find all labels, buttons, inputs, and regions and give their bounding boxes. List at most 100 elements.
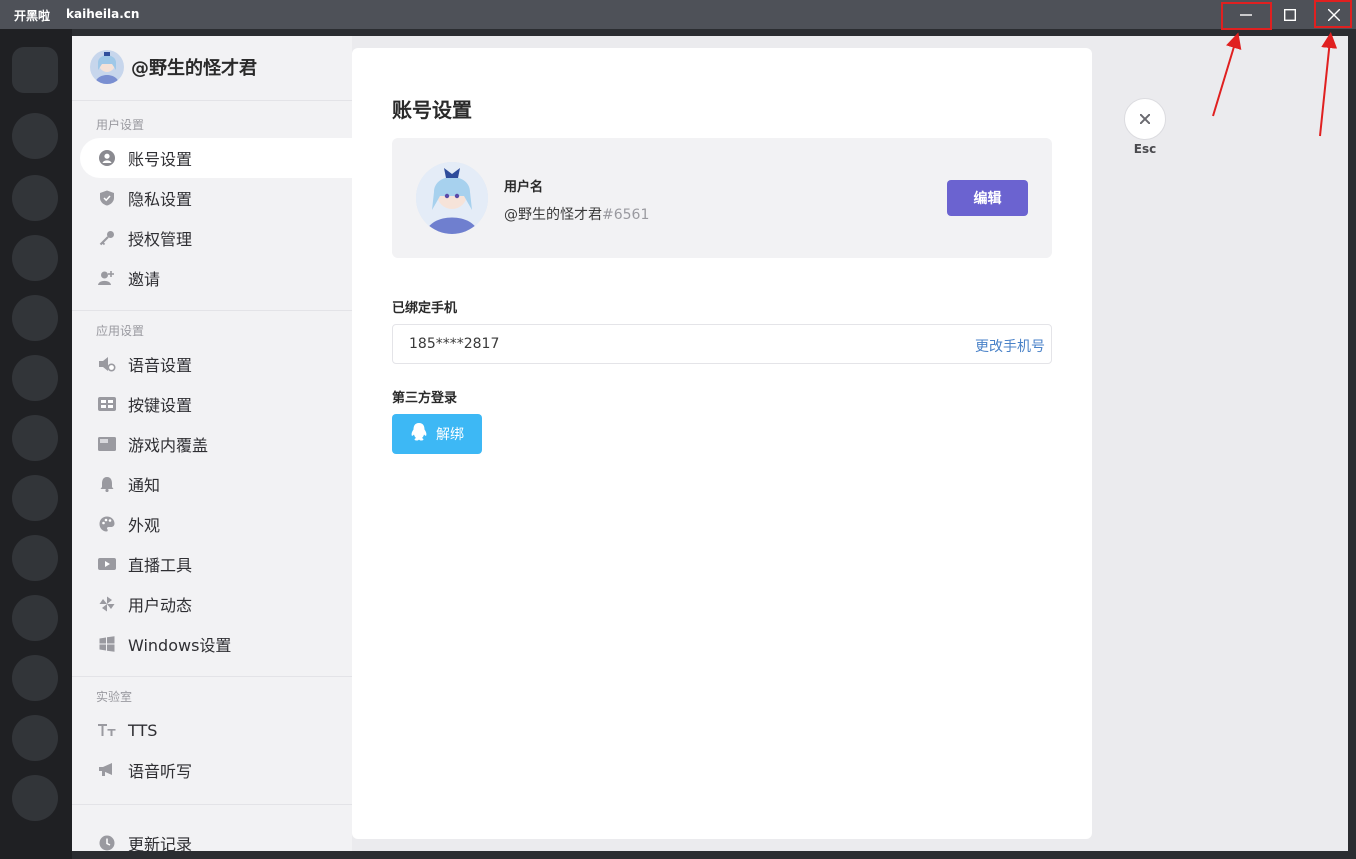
sidebar-item-invite[interactable]: 邀请 xyxy=(80,258,352,298)
sidebar-item-label: 语音设置 xyxy=(128,356,193,375)
esc-label: Esc xyxy=(1133,142,1157,156)
unbind-label: 解绑 xyxy=(436,427,464,443)
sidebar-item-streaming[interactable]: 直播工具 xyxy=(80,544,352,584)
speaker-gear-icon xyxy=(98,355,116,373)
avatar xyxy=(90,50,124,84)
app-name: 开黑啦 xyxy=(14,9,51,23)
avatar[interactable] xyxy=(416,162,488,234)
overlay-icon xyxy=(98,435,116,453)
video-icon xyxy=(98,555,116,573)
username-label: 用户名 xyxy=(504,180,544,195)
close-icon xyxy=(1140,114,1150,124)
phone-field: 185****2817 更改手机号 xyxy=(392,324,1052,364)
edit-button[interactable]: 编辑 xyxy=(947,180,1028,216)
settings-sidebar: @野生的怪才君 用户设置 账号设置 隐私设置 授权管理 邀请 应用设置 语音设置 xyxy=(72,36,352,851)
avatar-image xyxy=(95,52,119,84)
maximize-button[interactable] xyxy=(1268,0,1312,29)
pinwheel-icon xyxy=(98,595,116,613)
change-phone-link[interactable]: 更改手机号 xyxy=(975,336,1045,356)
server-icon xyxy=(12,355,58,401)
phone-label: 已绑定手机 xyxy=(392,301,458,316)
sidebar-item-label: 直播工具 xyxy=(128,556,193,575)
sidebar-item-label: 按键设置 xyxy=(128,396,193,415)
server-icon xyxy=(12,235,58,281)
palette-icon xyxy=(98,515,116,533)
minimize-highlight xyxy=(1221,2,1272,30)
divider xyxy=(72,804,352,805)
profile-card: 用户名 @野生的怪才君#6561 编辑 xyxy=(392,138,1052,258)
server-icon xyxy=(12,475,58,521)
server-icon xyxy=(12,113,58,159)
account-settings-content: 账号设置 用户名 @野生的怪才君#6561 编辑 已绑定手机 185****28… xyxy=(352,48,1092,839)
page-title: 账号设置 xyxy=(392,98,472,122)
username-value: @野生的怪才君#6561 xyxy=(504,204,649,224)
sidebar-item-label: 语音听写 xyxy=(128,762,193,781)
section-title-app-settings: 应用设置 xyxy=(96,324,145,338)
sidebar-item-notifications[interactable]: 通知 xyxy=(80,464,352,504)
title-bar: 开黑啦 kaiheila.cn xyxy=(0,0,1356,29)
server-icon xyxy=(12,535,58,581)
sidebar-item-label: 授权管理 xyxy=(128,230,193,249)
avatar-image xyxy=(416,162,488,234)
sidebar-item-label: TTS xyxy=(128,720,158,740)
clock-icon xyxy=(98,834,116,851)
close-highlight xyxy=(1314,0,1352,28)
maximize-icon xyxy=(1284,8,1296,21)
sidebar-item-label: Windows设置 xyxy=(128,636,232,655)
divider xyxy=(72,676,352,677)
esc-button[interactable] xyxy=(1124,98,1166,140)
sidebar-item-tts[interactable]: TTS xyxy=(80,710,352,750)
section-title-lab: 实验室 xyxy=(96,690,133,704)
megaphone-icon xyxy=(98,761,116,779)
app-domain: kaiheila.cn xyxy=(66,7,140,21)
phone-value: 185****2817 xyxy=(409,336,500,352)
sidebar-user: @野生的怪才君 xyxy=(90,50,257,84)
bell-icon xyxy=(98,475,116,493)
add-user-icon xyxy=(98,269,116,287)
sidebar-item-label: 外观 xyxy=(128,516,161,535)
sidebar-item-authorization[interactable]: 授权管理 xyxy=(80,218,352,258)
sidebar-item-label: 用户动态 xyxy=(128,596,193,615)
server-icon xyxy=(12,415,58,461)
server-icon xyxy=(12,295,58,341)
sidebar-item-dictation[interactable]: 语音听写 xyxy=(80,750,352,790)
keyboard-icon xyxy=(98,395,116,413)
unbind-qq-button[interactable]: 解绑 xyxy=(392,414,482,454)
esc-close[interactable]: Esc xyxy=(1124,98,1166,156)
sidebar-item-windows[interactable]: Windows设置 xyxy=(80,624,352,664)
third-party-label: 第三方登录 xyxy=(392,391,458,406)
sidebar-item-label: 更新记录 xyxy=(128,835,193,851)
qq-icon xyxy=(410,422,428,446)
sidebar-item-appearance[interactable]: 外观 xyxy=(80,504,352,544)
sidebar-item-overlay[interactable]: 游戏内覆盖 xyxy=(80,424,352,464)
sidebar-item-label: 游戏内覆盖 xyxy=(128,436,209,455)
sidebar-item-label: 账号设置 xyxy=(128,150,193,169)
username-tag: #6561 xyxy=(602,207,650,223)
sidebar-item-label: 隐私设置 xyxy=(128,190,193,209)
sidebar-item-voice[interactable]: 语音设置 xyxy=(80,344,352,384)
server-list-background xyxy=(0,29,72,859)
sidebar-item-keybinds[interactable]: 按键设置 xyxy=(80,384,352,424)
divider xyxy=(72,310,352,311)
divider xyxy=(72,100,352,101)
username-text: @野生的怪才君 xyxy=(504,207,602,223)
section-title-user-settings: 用户设置 xyxy=(96,118,145,132)
sidebar-item-changelog[interactable]: 更新记录 xyxy=(80,823,352,851)
key-icon xyxy=(98,229,116,247)
server-icon xyxy=(12,595,58,641)
server-icon xyxy=(12,715,58,761)
sidebar-item-activity[interactable]: 用户动态 xyxy=(80,584,352,624)
windows-icon xyxy=(98,635,116,653)
shield-icon xyxy=(98,189,116,207)
sidebar-username: @野生的怪才君 xyxy=(131,58,257,79)
sidebar-item-label: 邀请 xyxy=(128,270,161,289)
server-icon xyxy=(12,47,58,93)
settings-panel: @野生的怪才君 用户设置 账号设置 隐私设置 授权管理 邀请 应用设置 语音设置 xyxy=(72,36,1348,851)
server-icon xyxy=(12,175,58,221)
sidebar-item-account[interactable]: 账号设置 xyxy=(80,138,352,178)
sidebar-item-label: 通知 xyxy=(128,476,161,495)
server-icon xyxy=(12,655,58,701)
sidebar-item-privacy[interactable]: 隐私设置 xyxy=(80,178,352,218)
server-icon xyxy=(12,775,58,821)
text-size-icon xyxy=(98,721,116,739)
